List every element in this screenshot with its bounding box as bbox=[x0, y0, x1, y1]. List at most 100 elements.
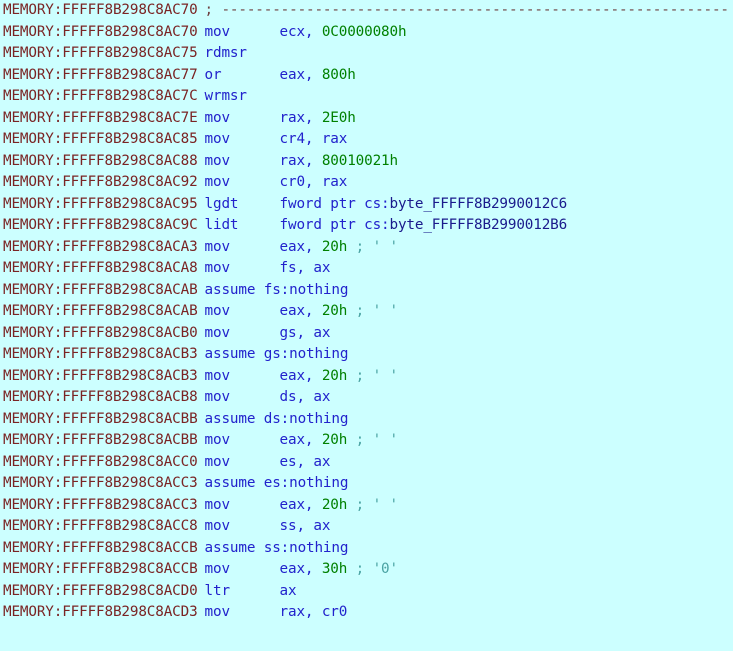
instruction-mnemonic: mov bbox=[204, 496, 231, 513]
segment-assume-directive: assume es:nothing bbox=[204, 475, 349, 491]
instruction-mnemonic: or bbox=[204, 66, 222, 83]
operand-text: eax, bbox=[279, 496, 322, 513]
disasm-line[interactable]: MEMORY:FFFFF8B298C8AC7C wrmsr bbox=[0, 86, 733, 108]
instruction-mnemonic: mov bbox=[204, 109, 231, 126]
address-gap bbox=[198, 323, 205, 345]
instruction-mnemonic: mov bbox=[204, 389, 231, 405]
disasm-line[interactable]: MEMORY:FFFFF8B298C8ACAB assume fs:nothin… bbox=[0, 280, 733, 302]
address-gap bbox=[198, 22, 205, 44]
data-reference-name[interactable]: byte_FFFFF8B2990012C6 bbox=[389, 196, 567, 212]
line-address: MEMORY:FFFFF8B298C8AC92 bbox=[3, 174, 198, 190]
instruction-mnemonic: mov bbox=[204, 23, 231, 40]
operand-text: eax, bbox=[279, 367, 322, 384]
immediate-value: 20h bbox=[321, 303, 348, 319]
disasm-line[interactable]: MEMORY:FFFFF8B298C8ACB3 mov eax, 20h ; ' … bbox=[0, 366, 733, 388]
instruction-mnemonic: mov bbox=[204, 518, 231, 534]
operand-text: ecx, bbox=[279, 23, 322, 40]
line-address: MEMORY:FFFFF8B298C8ACC0 bbox=[3, 453, 198, 470]
line-address: MEMORY:FFFFF8B298C8ACB3 bbox=[3, 367, 198, 384]
address-gap bbox=[198, 366, 205, 388]
operand-text: eax, bbox=[279, 303, 322, 319]
instruction-mnemonic: rdmsr bbox=[204, 45, 247, 61]
disasm-line[interactable]: MEMORY:FFFFF8B298C8ACCB assume ss:nothin… bbox=[0, 538, 733, 560]
disassembly-view[interactable]: MEMORY:FFFFF8B298C8AC70 ; --------------… bbox=[0, 0, 733, 651]
address-gap bbox=[198, 495, 205, 517]
disasm-line[interactable]: MEMORY:FFFFF8B298C8ACA8 mov fs, ax bbox=[0, 258, 733, 280]
operand-text: rax, bbox=[279, 109, 322, 126]
disasm-line[interactable]: MEMORY:FFFFF8B298C8ACBB mov eax, 20h ; ' … bbox=[0, 430, 733, 452]
disasm-line[interactable]: MEMORY:FFFFF8B298C8AC75 rdmsr bbox=[0, 43, 733, 65]
address-gap bbox=[198, 387, 205, 409]
disasm-line[interactable]: MEMORY:FFFFF8B298C8AC92 mov cr0, rax bbox=[0, 172, 733, 194]
disasm-line[interactable]: MEMORY:FFFFF8B298C8ACCB mov eax, 30h ; '0… bbox=[0, 559, 733, 581]
immediate-value: 20h bbox=[321, 432, 348, 448]
immediate-value: 30h bbox=[321, 561, 348, 577]
disasm-line[interactable]: MEMORY:FFFFF8B298C8AC88 mov rax, 80010021… bbox=[0, 151, 733, 173]
operand-text: eax, bbox=[279, 561, 322, 577]
disasm-line[interactable]: MEMORY:FFFFF8B298C8ACBB assume ds:nothin… bbox=[0, 409, 733, 431]
operand-text: es, ax bbox=[279, 453, 331, 470]
line-address: MEMORY:FFFFF8B298C8ACBB bbox=[3, 432, 198, 448]
address-gap bbox=[198, 43, 205, 65]
line-address: MEMORY:FFFFF8B298C8ACCB bbox=[3, 561, 198, 577]
line-address: MEMORY:FFFFF8B298C8ACC8 bbox=[3, 518, 198, 534]
disasm-line[interactable]: MEMORY:FFFFF8B298C8ACB3 assume gs:nothin… bbox=[0, 344, 733, 366]
line-address: MEMORY:FFFFF8B298C8ACA8 bbox=[3, 260, 198, 276]
disasm-line[interactable]: MEMORY:FFFFF8B298C8ACC3 mov eax, 20h ; ' … bbox=[0, 495, 733, 517]
operand-text: ax bbox=[279, 582, 297, 599]
instruction-mnemonic: mov bbox=[204, 152, 231, 169]
disasm-line[interactable]: MEMORY:FFFFF8B298C8AC70 mov ecx, 0C000008… bbox=[0, 22, 733, 44]
immediate-value: 0C0000080h bbox=[321, 23, 407, 40]
line-address: MEMORY:FFFFF8B298C8AC70 bbox=[3, 2, 198, 18]
line-address: MEMORY:FFFFF8B298C8ACB3 bbox=[3, 346, 198, 362]
address-gap bbox=[198, 430, 205, 452]
address-gap bbox=[198, 108, 205, 130]
disasm-line[interactable]: MEMORY:FFFFF8B298C8AC70 ; --------------… bbox=[0, 0, 733, 22]
comment-separator: ; --------------------------------------… bbox=[204, 2, 730, 18]
address-gap bbox=[198, 301, 205, 323]
instruction-mnemonic: mov bbox=[204, 303, 231, 319]
address-gap bbox=[198, 151, 205, 173]
immediate-value: 800h bbox=[321, 66, 356, 83]
disasm-line[interactable]: MEMORY:FFFFF8B298C8ACC8 mov ss, ax bbox=[0, 516, 733, 538]
inline-comment: ; ' ' bbox=[347, 238, 398, 255]
disasm-line[interactable]: MEMORY:FFFFF8B298C8ACD3 mov rax, cr0 bbox=[0, 602, 733, 624]
address-gap bbox=[198, 516, 205, 538]
disasm-line[interactable]: MEMORY:FFFFF8B298C8AC85 mov cr4, rax bbox=[0, 129, 733, 151]
operand-text: gs, ax bbox=[279, 324, 331, 341]
operand-text: cr4, rax bbox=[279, 131, 348, 147]
address-gap bbox=[198, 344, 205, 366]
address-gap bbox=[198, 538, 205, 560]
segment-assume-directive: assume ss:nothing bbox=[204, 539, 349, 556]
instruction-mnemonic: wrmsr bbox=[204, 88, 247, 104]
disasm-line[interactable]: MEMORY:FFFFF8B298C8AC95 lgdt fword ptr cs… bbox=[0, 194, 733, 216]
immediate-value: 20h bbox=[321, 238, 348, 255]
disasm-line[interactable]: MEMORY:FFFFF8B298C8ACC3 assume es:nothin… bbox=[0, 473, 733, 495]
address-gap bbox=[198, 129, 205, 151]
instruction-mnemonic: mov bbox=[204, 367, 231, 384]
address-gap bbox=[198, 86, 205, 108]
operand-text: rax, bbox=[279, 152, 322, 169]
operand-text: fword ptr cs: bbox=[279, 217, 390, 233]
disasm-line[interactable]: MEMORY:FFFFF8B298C8ACC0 mov es, ax bbox=[0, 452, 733, 474]
disasm-line[interactable]: MEMORY:FFFFF8B298C8AC77 or eax, 800h bbox=[0, 65, 733, 87]
disasm-line[interactable]: MEMORY:FFFFF8B298C8ACA3 mov eax, 20h ; ' … bbox=[0, 237, 733, 259]
data-reference-name[interactable]: byte_FFFFF8B2990012B6 bbox=[389, 217, 567, 233]
disasm-line[interactable]: MEMORY:FFFFF8B298C8ACB0 mov gs, ax bbox=[0, 323, 733, 345]
instruction-mnemonic: lidt bbox=[204, 217, 239, 233]
disasm-line[interactable]: MEMORY:FFFFF8B298C8ACAB mov eax, 20h ; ' … bbox=[0, 301, 733, 323]
address-gap bbox=[198, 473, 205, 495]
address-gap bbox=[198, 172, 205, 194]
inline-comment: ; ' ' bbox=[347, 303, 398, 319]
disasm-line[interactable]: MEMORY:FFFFF8B298C8AC7E mov rax, 2E0h bbox=[0, 108, 733, 130]
instruction-mnemonic: mov bbox=[204, 324, 231, 341]
line-address: MEMORY:FFFFF8B298C8ACC3 bbox=[3, 496, 198, 513]
line-address: MEMORY:FFFFF8B298C8ACAB bbox=[3, 281, 198, 298]
operand-text: fword ptr cs: bbox=[279, 195, 390, 212]
disasm-line[interactable]: MEMORY:FFFFF8B298C8ACB8 mov ds, ax bbox=[0, 387, 733, 409]
disasm-line[interactable]: MEMORY:FFFFF8B298C8AC9C lidt fword ptr cs… bbox=[0, 215, 733, 237]
instruction-mnemonic: lgdt bbox=[204, 195, 239, 212]
line-address: MEMORY:FFFFF8B298C8AC70 bbox=[3, 23, 198, 40]
disasm-line[interactable]: MEMORY:FFFFF8B298C8ACD0 ltr ax bbox=[0, 581, 733, 603]
instruction-mnemonic: ltr bbox=[204, 582, 231, 599]
